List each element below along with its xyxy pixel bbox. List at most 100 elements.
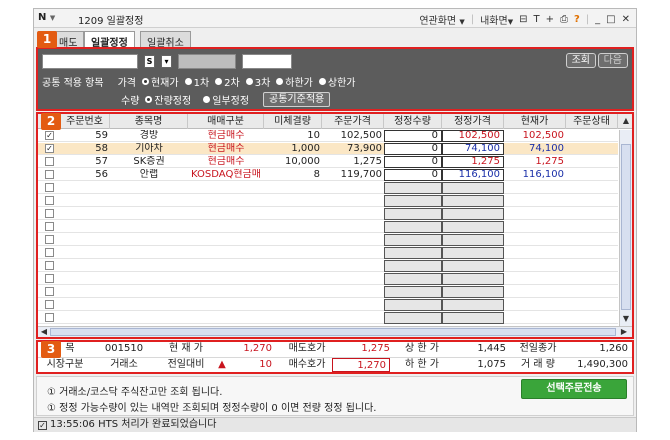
modify-qty-input[interactable]: 0 xyxy=(384,169,442,181)
header-modify-qty[interactable]: 정정수량 xyxy=(384,114,442,129)
tab-bulk-cancel[interactable]: 일괄취소 xyxy=(140,31,191,49)
table-row[interactable] xyxy=(38,299,618,311)
vertical-scroll-thumb[interactable] xyxy=(621,144,631,310)
account-dropdown-icon[interactable]: ▾ xyxy=(161,55,172,68)
modify-price-input[interactable] xyxy=(442,195,504,207)
row-checkbox[interactable] xyxy=(45,157,54,166)
table-row[interactable]: 57 SK증권 현금매수 10,000 1,275 0 1,275 1,275 xyxy=(38,156,618,168)
price-radio-2nd[interactable]: 2차 xyxy=(215,74,240,89)
modify-qty-input[interactable] xyxy=(384,286,442,298)
table-row[interactable] xyxy=(38,221,618,233)
table-row[interactable] xyxy=(38,208,618,220)
modify-price-input[interactable] xyxy=(442,247,504,259)
modify-qty-input[interactable] xyxy=(384,221,442,233)
qty-radio-partial[interactable]: 일부정정 xyxy=(203,92,249,107)
modify-price-input[interactable]: 1,275 xyxy=(442,156,504,168)
modify-price-input[interactable] xyxy=(442,286,504,298)
table-row[interactable] xyxy=(38,286,618,298)
row-checkbox[interactable] xyxy=(45,261,54,270)
modify-price-input[interactable] xyxy=(442,260,504,272)
modify-qty-input[interactable] xyxy=(384,234,442,246)
row-checkbox[interactable] xyxy=(45,248,54,257)
table-row[interactable] xyxy=(38,182,618,194)
vertical-scrollbar[interactable]: ▼ xyxy=(619,130,632,326)
qty-radio-remaining[interactable]: 잔량정정 xyxy=(145,92,191,107)
table-row[interactable] xyxy=(38,247,618,259)
row-checkbox[interactable] xyxy=(45,196,54,205)
row-checkbox[interactable]: ✓ xyxy=(45,144,54,153)
row-checkbox[interactable] xyxy=(45,183,54,192)
modify-qty-input[interactable] xyxy=(384,312,442,324)
header-trade-type[interactable]: 매매구분 xyxy=(188,114,264,129)
modify-qty-input[interactable] xyxy=(384,260,442,272)
price-radio-lower[interactable]: 하한가 xyxy=(276,74,313,89)
row-checkbox[interactable] xyxy=(45,209,54,218)
header-stock-name[interactable]: 종목명 xyxy=(110,114,188,129)
horizontal-scrollbar[interactable]: ◀ ▶ xyxy=(38,326,632,337)
modify-qty-input[interactable]: 0 xyxy=(384,156,442,168)
bid-value[interactable]: 1,270 xyxy=(332,358,390,372)
print-icon[interactable]: ⎙ xyxy=(560,14,568,25)
account-suffix-select[interactable]: S xyxy=(144,55,155,68)
maximize-icon[interactable]: □ xyxy=(606,14,615,25)
header-unfilled[interactable]: 미체결량 xyxy=(264,114,322,129)
table-row[interactable]: 56 안랩 KOSDAQ현금매 8 119,700 0 116,100 116,100 xyxy=(38,169,618,181)
price-radio-1st[interactable]: 1차 xyxy=(184,74,209,89)
header-current-price[interactable]: 현재가 xyxy=(504,114,566,129)
modify-price-input[interactable] xyxy=(442,312,504,324)
modify-qty-input[interactable] xyxy=(384,273,442,285)
add-icon[interactable]: + xyxy=(546,14,554,25)
header-order-status[interactable]: 주문상태 xyxy=(566,114,618,129)
modify-price-input[interactable]: 74,100 xyxy=(442,143,504,155)
modify-price-input[interactable] xyxy=(442,221,504,233)
minimize-icon[interactable]: _ xyxy=(595,14,600,25)
modify-price-input[interactable] xyxy=(442,182,504,194)
row-checkbox[interactable] xyxy=(45,287,54,296)
link-icon[interactable]: ⊟ xyxy=(519,14,527,25)
table-row[interactable] xyxy=(38,312,618,324)
table-row[interactable]: ✓ 58 기아차 현금매수 1,000 73,900 0 74,100 74,100 xyxy=(38,143,618,155)
modify-price-input[interactable] xyxy=(442,299,504,311)
table-row[interactable]: ✓ 59 경방 현금매수 10 102,500 0 102,500 102,500 xyxy=(38,130,618,142)
account-number-input[interactable] xyxy=(42,54,138,69)
table-row[interactable] xyxy=(38,234,618,246)
table-row[interactable] xyxy=(38,273,618,285)
stock-code[interactable]: 001510 xyxy=(96,342,152,356)
horizontal-scroll-thumb[interactable] xyxy=(50,328,616,336)
modify-qty-input[interactable] xyxy=(384,195,442,207)
next-button[interactable]: 다음 xyxy=(597,53,628,68)
row-checkbox[interactable] xyxy=(45,222,54,231)
row-checkbox[interactable] xyxy=(45,274,54,283)
row-checkbox[interactable] xyxy=(45,235,54,244)
modify-price-input[interactable] xyxy=(442,234,504,246)
modify-qty-input[interactable] xyxy=(384,247,442,259)
modify-qty-input[interactable]: 0 xyxy=(384,130,442,142)
query-button[interactable]: 조회 xyxy=(565,53,596,68)
scroll-down-icon[interactable]: ▼ xyxy=(620,313,632,325)
modify-price-input[interactable]: 116,100 xyxy=(442,169,504,181)
my-screens-menu[interactable]: 내화면▼ xyxy=(480,12,513,27)
price-radio-current[interactable]: 현재가 xyxy=(141,74,179,89)
table-row[interactable] xyxy=(38,195,618,207)
row-checkbox[interactable]: ✓ xyxy=(45,131,54,140)
scroll-left-icon[interactable]: ◀ xyxy=(38,326,50,337)
header-modify-price[interactable]: 정정가격 xyxy=(442,114,504,129)
tab-bulk-modify[interactable]: 일괄정정 xyxy=(84,31,135,49)
table-row[interactable] xyxy=(38,260,618,272)
modify-qty-input[interactable]: 0 xyxy=(384,143,442,155)
modify-price-input[interactable] xyxy=(442,273,504,285)
related-screens-menu[interactable]: 연관화면 ▼ xyxy=(419,12,464,27)
help-icon[interactable]: ? xyxy=(574,14,580,25)
price-radio-upper[interactable]: 상한가 xyxy=(318,74,355,89)
close-icon[interactable]: ✕ xyxy=(622,14,630,25)
apply-common-button[interactable]: 공통기준적용 xyxy=(263,92,331,107)
modify-qty-input[interactable] xyxy=(384,182,442,194)
row-checkbox[interactable] xyxy=(45,170,54,179)
password-input[interactable] xyxy=(242,54,292,69)
scroll-right-icon[interactable]: ▶ xyxy=(618,326,630,337)
modify-qty-input[interactable] xyxy=(384,299,442,311)
modify-price-input[interactable]: 102,500 xyxy=(442,130,504,142)
header-order-no[interactable]: 주문번호 xyxy=(60,114,110,129)
modify-price-input[interactable] xyxy=(442,208,504,220)
modify-qty-input[interactable] xyxy=(384,208,442,220)
